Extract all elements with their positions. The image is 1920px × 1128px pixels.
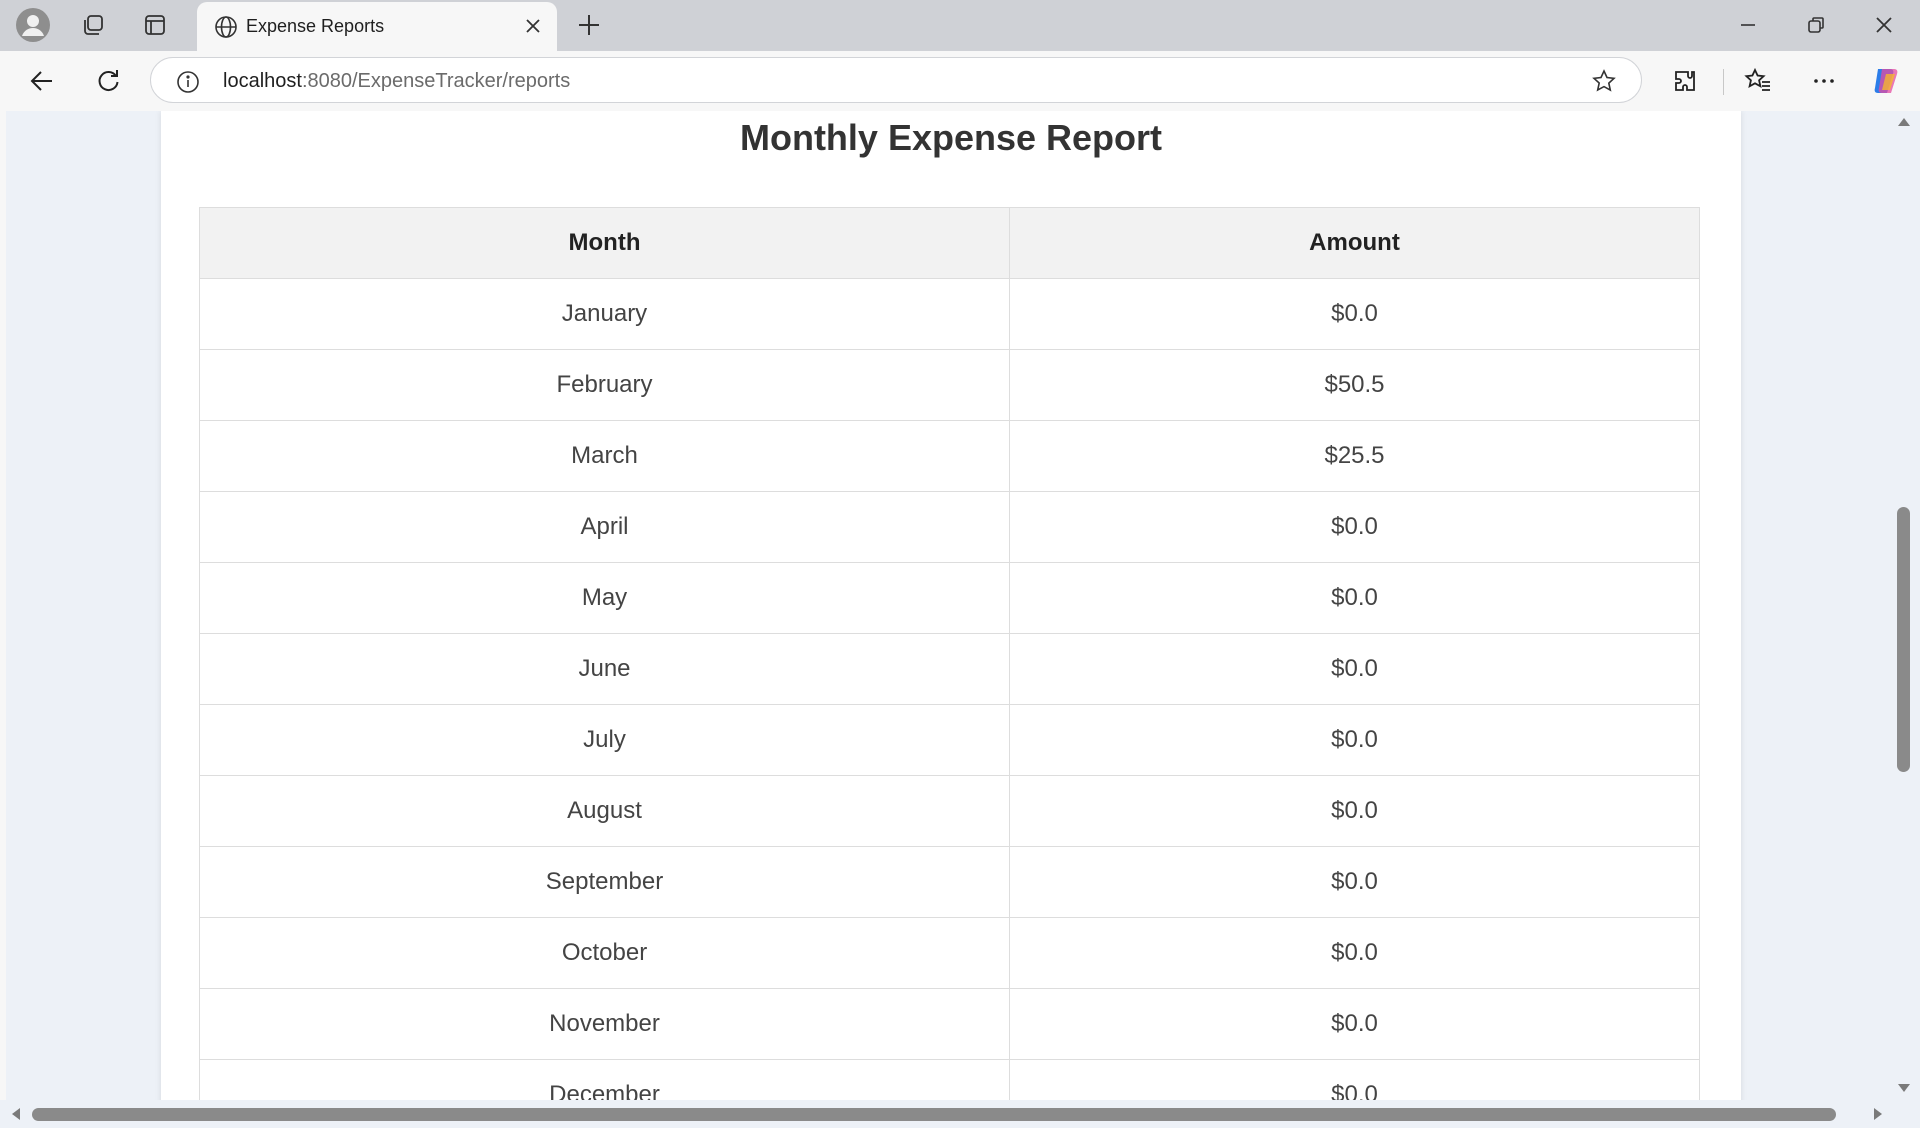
column-header-amount: Amount bbox=[1009, 207, 1700, 279]
close-window-icon[interactable] bbox=[1856, 8, 1912, 42]
table-row: October $0.0 bbox=[199, 917, 1700, 989]
amount-cell: $0.0 bbox=[1009, 775, 1700, 847]
copilot-icon[interactable] bbox=[1866, 61, 1906, 101]
month-cell: May bbox=[199, 562, 1010, 634]
table-row: July $0.0 bbox=[199, 704, 1700, 776]
column-header-month: Month bbox=[199, 207, 1010, 279]
scroll-up-icon[interactable] bbox=[1897, 115, 1911, 133]
table-row: March $25.5 bbox=[199, 420, 1700, 492]
amount-cell: $50.5 bbox=[1009, 349, 1700, 421]
month-cell: March bbox=[199, 420, 1010, 492]
scroll-right-icon[interactable] bbox=[1872, 1107, 1884, 1126]
amount-cell: $0.0 bbox=[1009, 562, 1700, 634]
tab-strip: Expense Reports bbox=[0, 0, 1920, 51]
month-cell: April bbox=[199, 491, 1010, 563]
back-arrow-icon[interactable] bbox=[22, 61, 62, 101]
address-bar[interactable]: localhost:8080/ExpenseTracker/reports bbox=[150, 57, 1642, 103]
page-viewport: Monthly Expense Report Month Amount Janu… bbox=[6, 111, 1889, 1100]
scroll-left-icon[interactable] bbox=[10, 1107, 22, 1126]
month-cell: September bbox=[199, 846, 1010, 918]
puzzle-icon[interactable] bbox=[1665, 61, 1705, 101]
horizontal-scroll-thumb[interactable] bbox=[32, 1108, 1836, 1121]
month-cell: January bbox=[199, 278, 1010, 350]
vertical-scroll-thumb[interactable] bbox=[1897, 507, 1910, 772]
toolbar-divider bbox=[1723, 69, 1724, 95]
plus-icon[interactable] bbox=[572, 8, 606, 47]
amount-cell: $0.0 bbox=[1009, 846, 1700, 918]
profile-icon[interactable] bbox=[14, 6, 52, 44]
refresh-icon[interactable] bbox=[88, 61, 128, 101]
info-icon[interactable] bbox=[175, 69, 201, 100]
globe-icon bbox=[213, 14, 239, 45]
month-cell: December bbox=[199, 1059, 1010, 1100]
amount-cell: $0.0 bbox=[1009, 917, 1700, 989]
amount-cell: $0.0 bbox=[1009, 988, 1700, 1060]
restore-icon[interactable] bbox=[1788, 8, 1844, 42]
amount-cell: $25.5 bbox=[1009, 420, 1700, 492]
month-cell: November bbox=[199, 988, 1010, 1060]
month-cell: February bbox=[199, 349, 1010, 421]
table-row: February $50.5 bbox=[199, 349, 1700, 421]
amount-cell: $0.0 bbox=[1009, 704, 1700, 776]
amount-cell: $0.0 bbox=[1009, 1059, 1700, 1100]
url-text[interactable]: localhost:8080/ExpenseTracker/reports bbox=[223, 70, 570, 93]
table-row: June $0.0 bbox=[199, 633, 1700, 705]
more-icon[interactable] bbox=[1804, 61, 1844, 101]
horizontal-scrollbar[interactable] bbox=[0, 1100, 1920, 1128]
url-host: localhost bbox=[223, 70, 302, 92]
vertical-scrollbar[interactable] bbox=[1889, 111, 1920, 1100]
amount-cell: $0.0 bbox=[1009, 278, 1700, 350]
scroll-down-icon[interactable] bbox=[1897, 1081, 1911, 1099]
table-row: December $0.0 bbox=[199, 1059, 1700, 1100]
star-icon[interactable] bbox=[1591, 68, 1617, 99]
table-row: November $0.0 bbox=[199, 988, 1700, 1060]
expense-table: Month Amount January $0.0 February $50.5 M… bbox=[199, 207, 1700, 1100]
month-cell: July bbox=[199, 704, 1010, 776]
tab-title: Expense Reports bbox=[246, 16, 385, 36]
page-title: Monthly Expense Report bbox=[739, 117, 1163, 158]
table-row: April $0.0 bbox=[199, 491, 1700, 563]
table-row: May $0.0 bbox=[199, 562, 1700, 634]
favorites-icon[interactable] bbox=[1738, 61, 1778, 101]
amount-cell: $0.0 bbox=[1009, 491, 1700, 563]
amount-cell: $0.0 bbox=[1009, 633, 1700, 705]
month-cell: October bbox=[199, 917, 1010, 989]
table-row: August $0.0 bbox=[199, 775, 1700, 847]
active-tab[interactable]: Expense Reports bbox=[197, 2, 557, 51]
close-icon[interactable] bbox=[521, 14, 545, 43]
minimize-icon[interactable] bbox=[1720, 8, 1776, 42]
month-cell: August bbox=[199, 775, 1010, 847]
table-header-row: Month Amount bbox=[199, 207, 1700, 279]
tab-actions-icon[interactable] bbox=[136, 6, 174, 44]
table-row: September $0.0 bbox=[199, 846, 1700, 918]
browser-toolbar: localhost:8080/ExpenseTracker/reports bbox=[0, 51, 1920, 111]
workspaces-icon[interactable] bbox=[74, 6, 112, 44]
url-path: :8080/ExpenseTracker/reports bbox=[301, 70, 571, 92]
table-row: January $0.0 bbox=[199, 278, 1700, 350]
report-card: Monthly Expense Report Month Amount Janu… bbox=[161, 111, 1741, 1100]
month-cell: June bbox=[199, 633, 1010, 705]
